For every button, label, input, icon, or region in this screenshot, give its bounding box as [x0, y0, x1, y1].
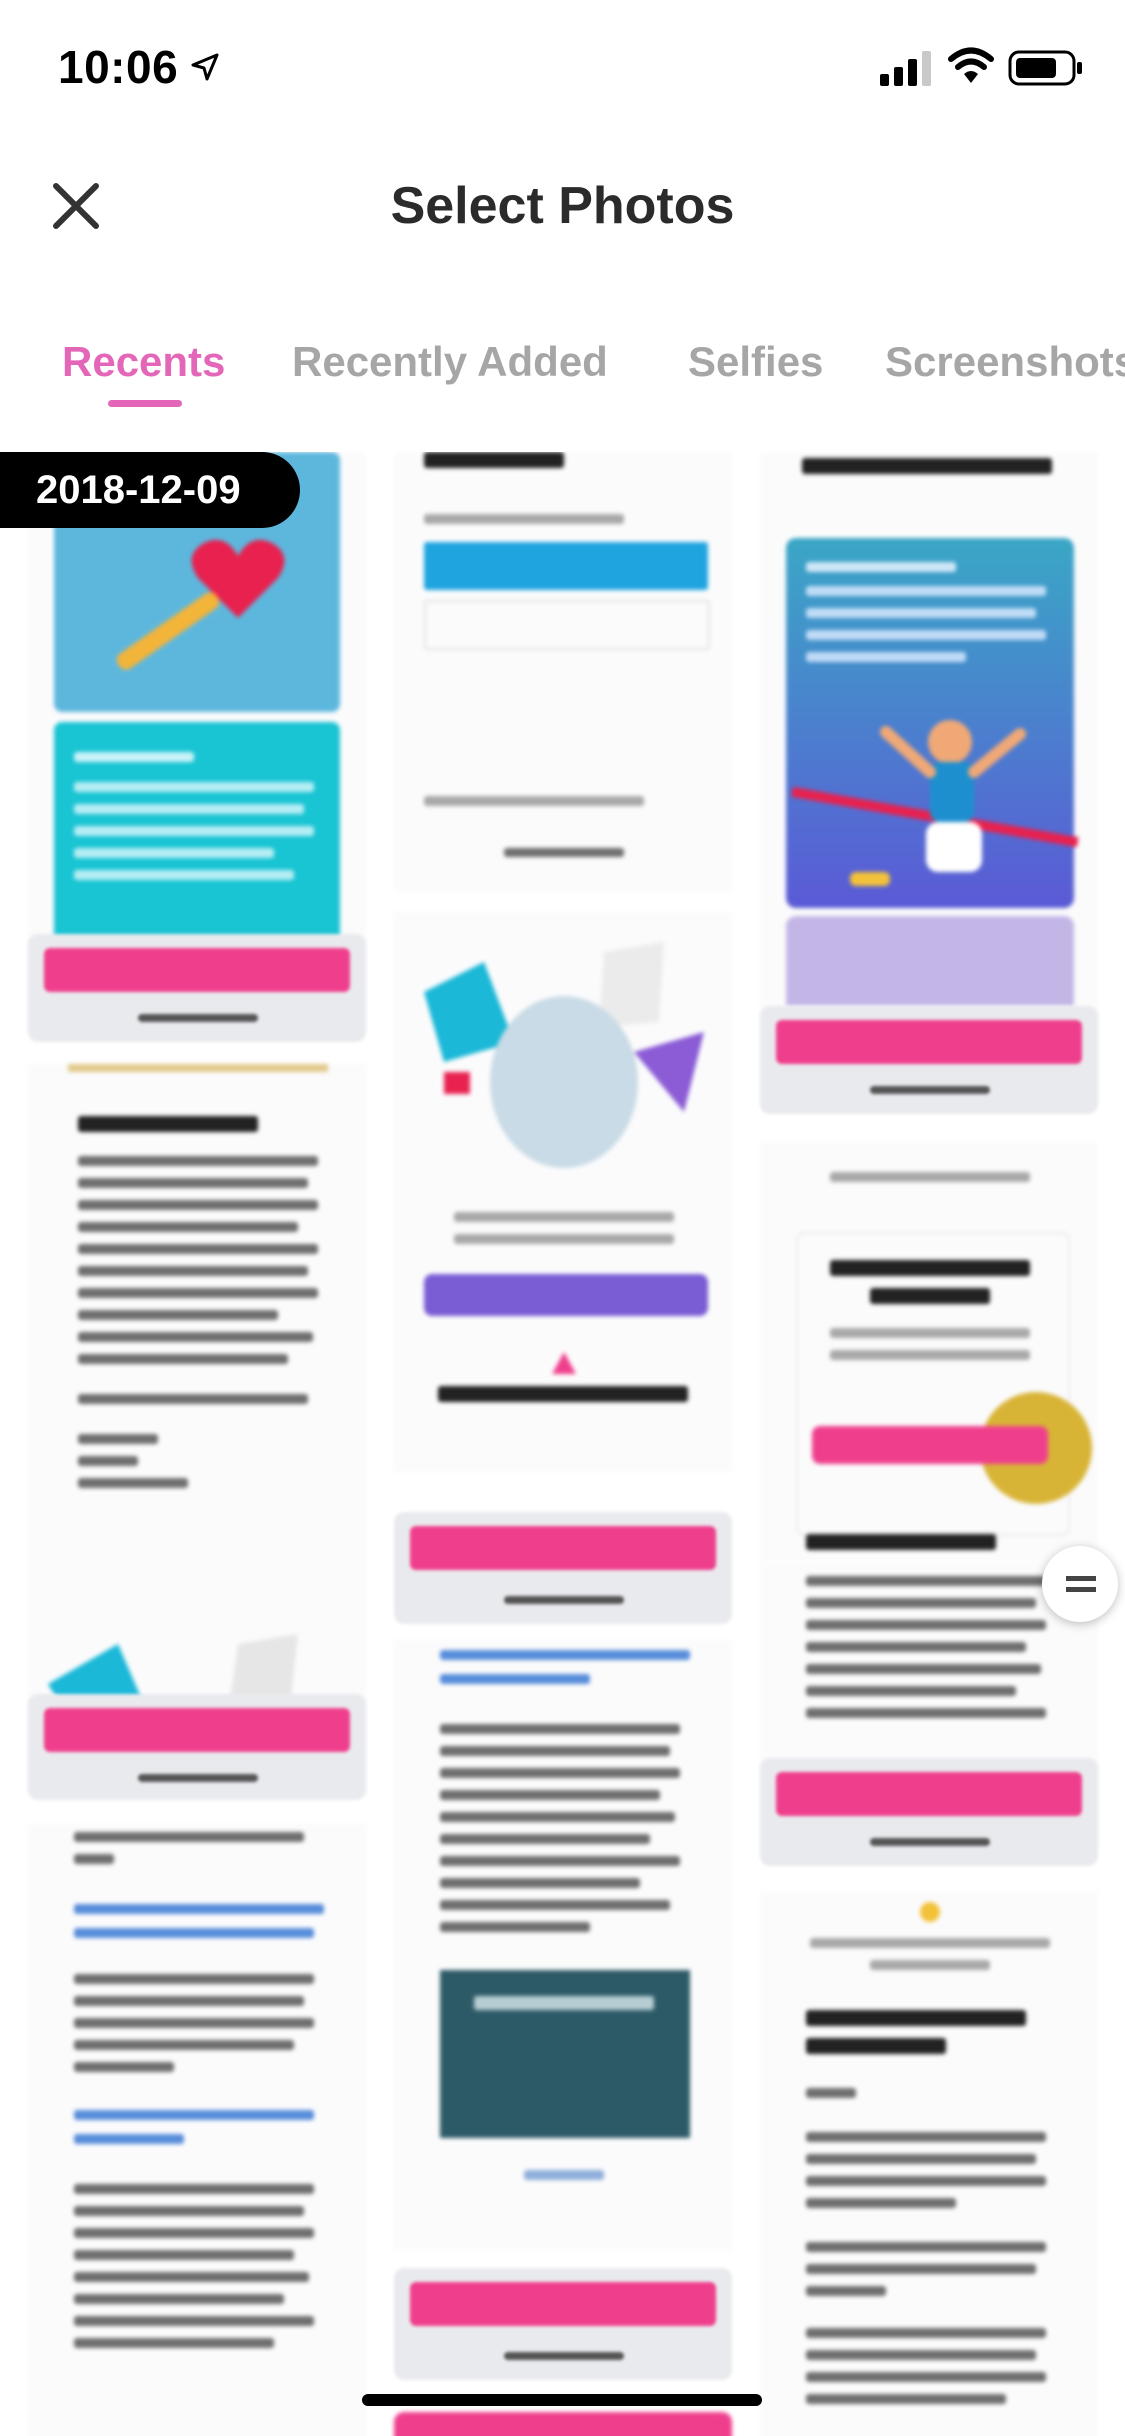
tab-selfies[interactable]: Selfies: [688, 338, 823, 386]
page-title: Select Photos: [390, 177, 735, 235]
photo-thumbnail[interactable]: [760, 1142, 1098, 1562]
status-time: 10:06: [58, 41, 179, 93]
photo-column: [394, 452, 732, 2436]
drag-handle-icon: [1066, 1576, 1096, 1592]
photo-column: [760, 452, 1098, 2436]
status-bar: 10:06: [0, 0, 1125, 132]
fast-scroll-handle[interactable]: [1042, 1546, 1118, 1622]
tab-screenshots[interactable]: Screenshots: [885, 338, 1125, 386]
photo-thumbnail[interactable]: [28, 1824, 366, 2436]
photo-thumbnail[interactable]: [394, 2412, 732, 2436]
photo-thumbnail[interactable]: [394, 452, 732, 892]
illustration-icon: [424, 942, 704, 1168]
photo-cta-bar: [28, 1694, 366, 1800]
photo-grid: [0, 452, 1125, 2436]
triangle-icon: [552, 1352, 576, 1374]
photo-column: [28, 452, 366, 2436]
tab-recents[interactable]: Recents: [62, 338, 225, 386]
photo-cta-bar: [394, 2268, 732, 2380]
photo-cta-bar: [394, 1512, 732, 1624]
photo-thumbnail[interactable]: [760, 1892, 1098, 2436]
home-indicator[interactable]: [362, 2394, 762, 2406]
photo-cta-bar: [760, 1758, 1098, 1866]
photo-thumbnail[interactable]: [28, 1064, 366, 1794]
date-section-badge: 2018-12-09: [0, 452, 300, 528]
active-tab-indicator: [108, 400, 182, 407]
photo-thumbnail[interactable]: [394, 912, 732, 1472]
location-arrow-icon: [191, 53, 219, 81]
runner-illustration-icon: [791, 720, 1079, 886]
photo-cta-bar: [28, 934, 366, 1042]
battery-icon: [1008, 50, 1082, 86]
tab-recently-added[interactable]: Recently Added: [292, 338, 608, 386]
photo-thumbnail[interactable]: [394, 1640, 732, 2250]
wifi-icon: [948, 47, 994, 83]
photo-cta-bar: [760, 1006, 1098, 1114]
cellular-signal-icon: [880, 51, 931, 86]
